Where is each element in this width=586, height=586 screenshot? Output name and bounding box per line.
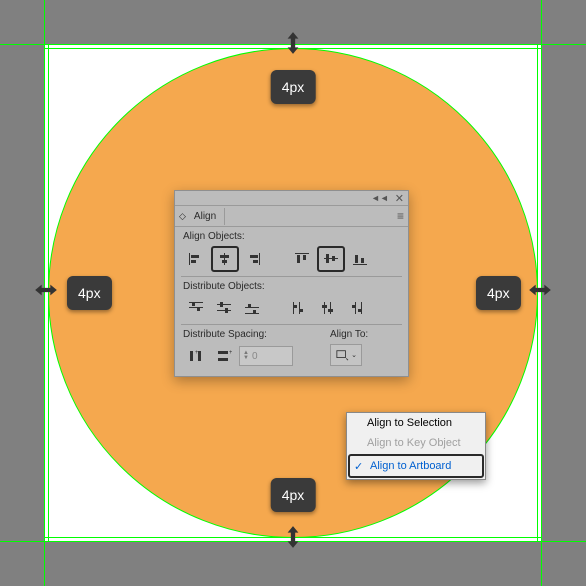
distribute-right-button[interactable] <box>343 296 369 320</box>
margin-arrow-vertical-icon <box>280 30 306 62</box>
distribute-spacing-label: Distribute Spacing: <box>183 329 330 340</box>
align-right-button[interactable] <box>241 247 267 271</box>
margin-arrow-vertical-icon <box>280 524 306 556</box>
margin-badge-left: 4px <box>67 276 112 310</box>
align-left-button[interactable] <box>183 247 209 271</box>
panel-menu-icon[interactable]: ≡ <box>397 209 404 223</box>
align-to-key-object-item: Align to Key Object <box>347 433 485 453</box>
distribute-vertical-center-button[interactable] <box>211 296 237 320</box>
panel-header: ◄◄ ✕ <box>175 191 408 206</box>
svg-text:+: + <box>195 350 199 356</box>
margin-arrow-horizontal-icon <box>527 277 553 309</box>
collapse-icon[interactable]: ◄◄ <box>371 193 389 203</box>
align-panel: ◄◄ ✕ ◇ Align ≡ Align Objects: Distribute… <box>174 190 409 377</box>
align-to-menu: Align to Selection Align to Key Object ✓… <box>346 412 486 480</box>
spacing-value-input[interactable]: ▲▼0 <box>239 346 293 366</box>
distribute-left-button[interactable] <box>287 296 313 320</box>
align-vertical-center-button[interactable] <box>317 246 345 272</box>
align-bottom-button[interactable] <box>347 247 373 271</box>
panel-tabs: ◇ Align ≡ <box>175 206 408 227</box>
check-icon: ✓ <box>354 460 363 473</box>
distribute-bottom-button[interactable] <box>239 296 265 320</box>
margin-arrow-horizontal-icon <box>33 277 59 309</box>
align-to-dropdown[interactable]: ⌄ <box>330 344 362 366</box>
align-to-artboard-item[interactable]: ✓Align to Artboard <box>348 454 484 478</box>
align-horizontal-center-button[interactable] <box>211 246 239 272</box>
panel-icon: ◇ <box>179 211 186 222</box>
margin-badge-top: 4px <box>271 70 316 104</box>
align-top-button[interactable] <box>289 247 315 271</box>
vertical-distribute-space-button[interactable]: + <box>183 344 209 368</box>
horizontal-distribute-space-button[interactable]: + <box>211 344 237 368</box>
tab-align[interactable]: Align <box>186 208 225 225</box>
distribute-objects-label: Distribute Objects: <box>183 281 400 292</box>
close-icon[interactable]: ✕ <box>395 192 404 205</box>
margin-badge-right: 4px <box>476 276 521 310</box>
margin-badge-bottom: 4px <box>271 478 316 512</box>
distribute-top-button[interactable] <box>183 296 209 320</box>
align-to-selection-item[interactable]: Align to Selection <box>347 413 485 433</box>
align-to-label: Align To: <box>330 329 400 340</box>
svg-text:+: + <box>229 350 232 356</box>
distribute-horizontal-center-button[interactable] <box>315 296 341 320</box>
align-objects-label: Align Objects: <box>183 231 400 242</box>
